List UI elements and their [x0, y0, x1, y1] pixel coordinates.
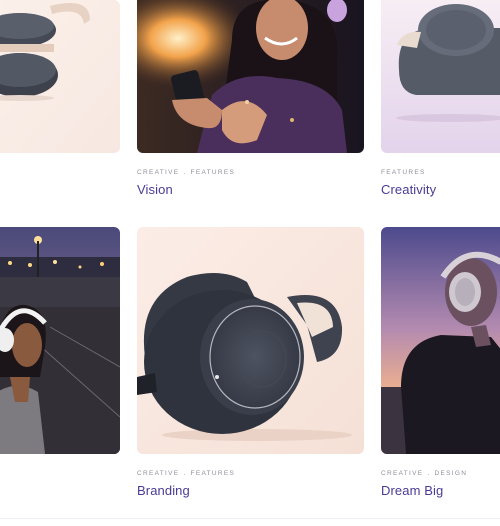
dream-big-title[interactable]: Dream Big	[381, 483, 443, 498]
section-divider	[0, 518, 500, 519]
branding-image[interactable]	[137, 227, 364, 454]
city-night-image[interactable]	[0, 227, 120, 454]
branding-categories: CREATIVE. FEATURES	[137, 470, 236, 477]
category-link[interactable]: FEATURES	[381, 169, 426, 176]
creativity-title[interactable]: Creativity	[381, 182, 436, 197]
vision-title[interactable]: Vision	[137, 182, 173, 197]
vision-categories: CREATIVE. FEATURES	[137, 169, 236, 176]
category-link[interactable]: CREATIVE	[381, 470, 423, 477]
category-link[interactable]: FEATURES	[191, 169, 236, 176]
headphones-stack-image[interactable]	[0, 0, 120, 153]
dream-big-categories: CREATIVE. DESIGN	[381, 470, 468, 477]
dream-big-image[interactable]	[381, 227, 500, 454]
category-link[interactable]: DESIGN	[435, 470, 468, 477]
creativity-image[interactable]	[381, 0, 500, 153]
vision-image[interactable]	[137, 0, 364, 153]
creativity-categories: FEATURES	[381, 169, 426, 176]
category-link[interactable]: CREATIVE	[137, 169, 179, 176]
category-link[interactable]: CREATIVE	[137, 470, 179, 477]
category-link[interactable]: FEATURES	[191, 470, 236, 477]
branding-title[interactable]: Branding	[137, 483, 190, 498]
